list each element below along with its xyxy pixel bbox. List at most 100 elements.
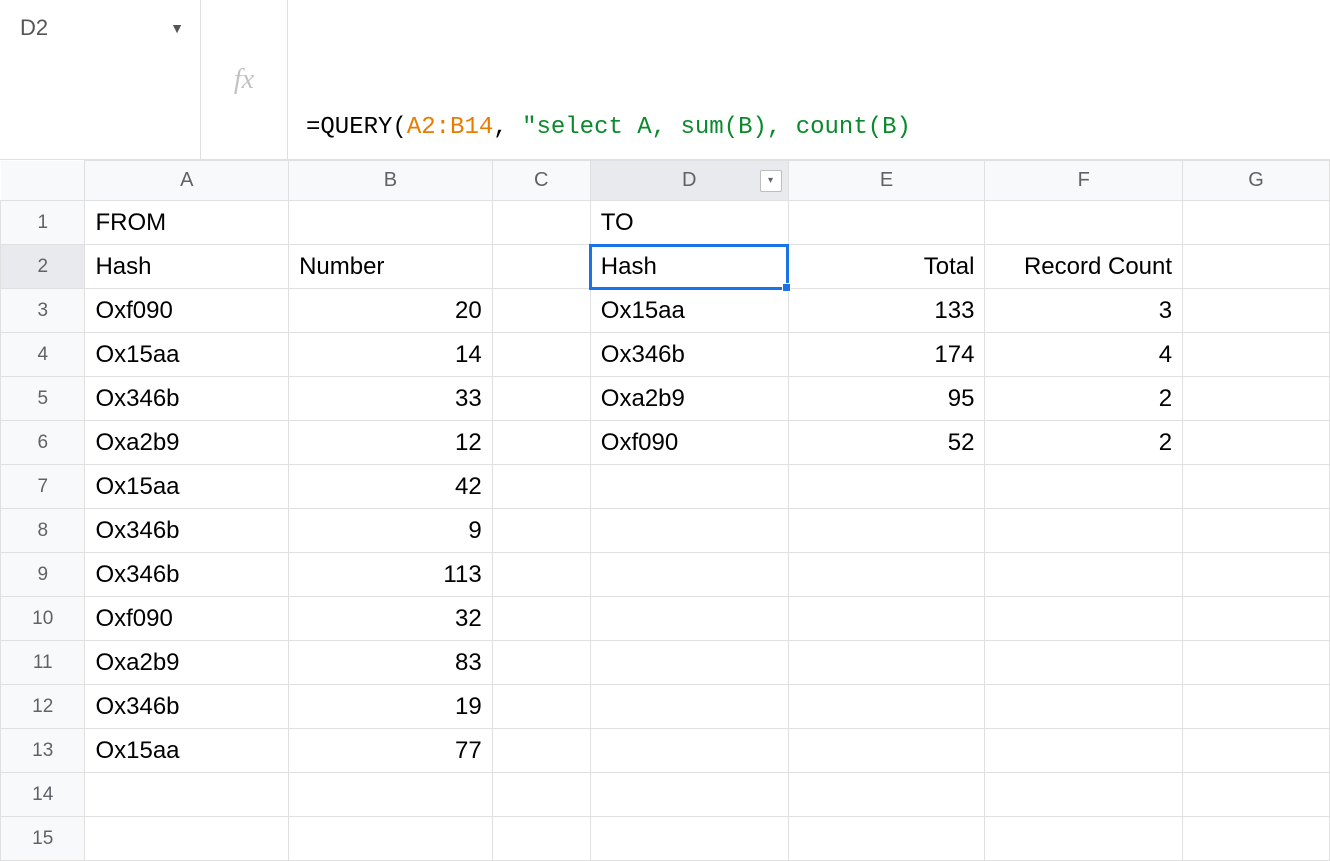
cell-D4[interactable]: Ox346b [590, 333, 788, 377]
cell-C12[interactable] [492, 685, 590, 729]
cell-E9[interactable] [788, 553, 985, 597]
cell-E4[interactable]: 174 [788, 333, 985, 377]
spreadsheet-grid[interactable]: ABCD▾EFG 1FROMTO2HashNumberHashTotalReco… [0, 160, 1330, 861]
cell-B3[interactable]: 20 [289, 289, 493, 333]
cell-F14[interactable] [985, 773, 1183, 817]
cell-C2[interactable] [492, 245, 590, 289]
row-header-3[interactable]: 3 [1, 289, 85, 333]
row-header-9[interactable]: 9 [1, 553, 85, 597]
row-header-11[interactable]: 11 [1, 641, 85, 685]
cell-F9[interactable] [985, 553, 1183, 597]
cell-E14[interactable] [788, 773, 985, 817]
cell-G6[interactable] [1183, 421, 1330, 465]
cell-E13[interactable] [788, 729, 985, 773]
cell-G2[interactable] [1183, 245, 1330, 289]
cell-G3[interactable] [1183, 289, 1330, 333]
cell-D10[interactable] [590, 597, 788, 641]
cell-B15[interactable] [289, 817, 493, 861]
cell-F12[interactable] [985, 685, 1183, 729]
cell-F2[interactable]: Record Count [985, 245, 1183, 289]
cell-E12[interactable] [788, 685, 985, 729]
cell-C1[interactable] [492, 201, 590, 245]
col-header-B[interactable]: B [289, 161, 493, 201]
row-header-10[interactable]: 10 [1, 597, 85, 641]
col-header-G[interactable]: G [1183, 161, 1330, 201]
cell-F15[interactable] [985, 817, 1183, 861]
cell-B2[interactable]: Number [289, 245, 493, 289]
row-header-13[interactable]: 13 [1, 729, 85, 773]
cell-B6[interactable]: 12 [289, 421, 493, 465]
cell-B11[interactable]: 83 [289, 641, 493, 685]
cell-A1[interactable]: FROM [85, 201, 289, 245]
cell-F7[interactable] [985, 465, 1183, 509]
cell-E15[interactable] [788, 817, 985, 861]
cell-G1[interactable] [1183, 201, 1330, 245]
cell-C9[interactable] [492, 553, 590, 597]
cell-A6[interactable]: Oxa2b9 [85, 421, 289, 465]
cell-A5[interactable]: Ox346b [85, 377, 289, 421]
select-all-corner[interactable] [1, 161, 85, 201]
cell-B1[interactable] [289, 201, 493, 245]
cell-G10[interactable] [1183, 597, 1330, 641]
col-header-E[interactable]: E [788, 161, 985, 201]
cell-G4[interactable] [1183, 333, 1330, 377]
cell-A9[interactable]: Ox346b [85, 553, 289, 597]
cell-A3[interactable]: Oxf090 [85, 289, 289, 333]
cell-D13[interactable] [590, 729, 788, 773]
cell-G5[interactable] [1183, 377, 1330, 421]
cell-A4[interactable]: Ox15aa [85, 333, 289, 377]
row-header-14[interactable]: 14 [1, 773, 85, 817]
filter-dropdown-icon[interactable]: ▾ [760, 170, 782, 192]
cell-E11[interactable] [788, 641, 985, 685]
cell-E2[interactable]: Total [788, 245, 985, 289]
cell-B12[interactable]: 19 [289, 685, 493, 729]
cell-B9[interactable]: 113 [289, 553, 493, 597]
cell-F3[interactable]: 3 [985, 289, 1183, 333]
row-header-8[interactable]: 8 [1, 509, 85, 553]
cell-B14[interactable] [289, 773, 493, 817]
cell-G8[interactable] [1183, 509, 1330, 553]
cell-G11[interactable] [1183, 641, 1330, 685]
col-header-C[interactable]: C [492, 161, 590, 201]
cell-E5[interactable]: 95 [788, 377, 985, 421]
cell-B7[interactable]: 42 [289, 465, 493, 509]
cell-D11[interactable] [590, 641, 788, 685]
row-header-4[interactable]: 4 [1, 333, 85, 377]
cell-A2[interactable]: Hash [85, 245, 289, 289]
cell-F13[interactable] [985, 729, 1183, 773]
cell-C6[interactable] [492, 421, 590, 465]
cell-F4[interactable]: 4 [985, 333, 1183, 377]
cell-C4[interactable] [492, 333, 590, 377]
cell-C10[interactable] [492, 597, 590, 641]
cell-A7[interactable]: Ox15aa [85, 465, 289, 509]
row-header-12[interactable]: 12 [1, 685, 85, 729]
cell-D15[interactable] [590, 817, 788, 861]
cell-E6[interactable]: 52 [788, 421, 985, 465]
row-header-2[interactable]: 2 [1, 245, 85, 289]
row-header-1[interactable]: 1 [1, 201, 85, 245]
cell-C13[interactable] [492, 729, 590, 773]
cell-A15[interactable] [85, 817, 289, 861]
cell-D14[interactable] [590, 773, 788, 817]
cell-D6[interactable]: Oxf090 [590, 421, 788, 465]
row-header-7[interactable]: 7 [1, 465, 85, 509]
cell-B5[interactable]: 33 [289, 377, 493, 421]
cell-F5[interactable]: 2 [985, 377, 1183, 421]
cell-C5[interactable] [492, 377, 590, 421]
dropdown-icon[interactable]: ▼ [170, 20, 184, 36]
cell-C3[interactable] [492, 289, 590, 333]
cell-D7[interactable] [590, 465, 788, 509]
row-header-15[interactable]: 15 [1, 817, 85, 861]
cell-E1[interactable] [788, 201, 985, 245]
cell-E7[interactable] [788, 465, 985, 509]
formula-input[interactable]: =QUERY(A2:B14, "select A, sum(B), count(… [288, 0, 1330, 159]
cell-B13[interactable]: 77 [289, 729, 493, 773]
cell-D3[interactable]: Ox15aa [590, 289, 788, 333]
cell-G13[interactable] [1183, 729, 1330, 773]
cell-C15[interactable] [492, 817, 590, 861]
cell-G7[interactable] [1183, 465, 1330, 509]
cell-G12[interactable] [1183, 685, 1330, 729]
cell-F1[interactable] [985, 201, 1183, 245]
cell-G9[interactable] [1183, 553, 1330, 597]
cell-D8[interactable] [590, 509, 788, 553]
